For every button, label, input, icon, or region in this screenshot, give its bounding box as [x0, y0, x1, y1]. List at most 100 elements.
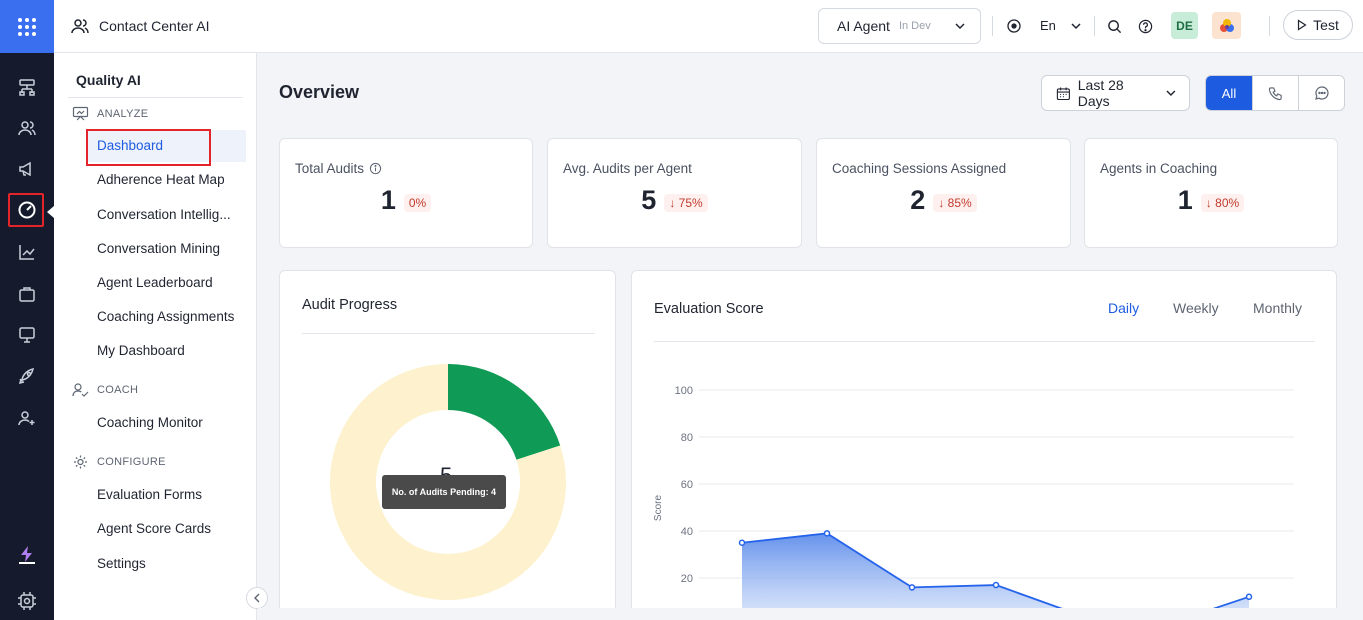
nav-item-agent-leaderboard[interactable]: Agent Leaderboard [97, 275, 213, 290]
nav-item-coaching-assignments[interactable]: Coaching Assignments [97, 309, 234, 324]
kpi-value: 1 [1177, 185, 1193, 215]
channel-voice-button[interactable] [1252, 76, 1298, 110]
chevron-down-icon [1166, 90, 1176, 97]
group-label: ANALYZE [97, 108, 149, 120]
data-point[interactable] [738, 539, 746, 546]
monitor-icon[interactable] [0, 318, 54, 352]
group-analyze: ANALYZE [72, 106, 148, 122]
chevron-down-icon [955, 23, 965, 30]
users-icon[interactable] [0, 111, 54, 145]
nav-item-coaching-monitor[interactable]: Coaching Monitor [97, 415, 203, 430]
app-brand: Contact Center AI [70, 16, 210, 36]
agent-env-badge: In Dev [898, 20, 931, 32]
secondary-nav: Quality AI ANALYZE Dashboard Adherence H… [54, 53, 268, 620]
help-icon[interactable] [1136, 17, 1154, 35]
data-point[interactable] [823, 530, 831, 537]
test-button-label: Test [1313, 17, 1339, 33]
y-tick-label: 60 [681, 479, 693, 491]
analytics-icon[interactable] [0, 235, 54, 269]
nav-item-agent-score-cards[interactable]: Agent Score Cards [97, 521, 211, 536]
workspace-logo-icon[interactable] [1212, 12, 1241, 39]
chat-icon [1314, 86, 1329, 100]
language-selector[interactable]: En [1040, 18, 1056, 33]
group-label: COACH [97, 384, 139, 396]
audit-progress-card: Audit Progress 5 No. of Audits Pending: … [279, 270, 616, 620]
channel-filter: All [1205, 75, 1345, 111]
app-title: Contact Center AI [99, 18, 210, 34]
search-icon[interactable] [1105, 17, 1123, 35]
rocket-icon[interactable] [0, 359, 54, 393]
chart-tooltip: No. of Audits Pending: 4 [382, 475, 506, 509]
date-range-selector[interactable]: Last 28 Days [1041, 75, 1190, 111]
nav-item-settings[interactable]: Settings [97, 556, 146, 571]
audit-progress-donut[interactable] [280, 271, 616, 620]
lightning-icon[interactable] [0, 537, 54, 571]
divider [68, 97, 243, 98]
kpi-label: Total Audits [295, 161, 365, 176]
kpi-total-audits: Total Audits 1 0% [279, 138, 533, 248]
divider [992, 16, 993, 36]
add-user-icon[interactable] [0, 401, 54, 435]
play-icon [1298, 19, 1307, 31]
kpi-avg-audits-per-agent: Avg. Audits per Agent 5 ↓ 75% [547, 138, 802, 248]
info-icon[interactable] [369, 162, 382, 175]
kpi-agents-in-coaching: Agents in Coaching 1 ↓ 80% [1084, 138, 1338, 248]
nav-item-conversation-mining[interactable]: Conversation Mining [97, 241, 220, 256]
coach-icon [72, 383, 89, 397]
status-circle-icon[interactable] [1005, 17, 1023, 35]
group-label: CONFIGURE [97, 456, 166, 468]
user-avatar[interactable]: DE [1171, 12, 1198, 39]
area-fill [742, 533, 1249, 620]
y-tick-label: 40 [681, 526, 693, 538]
left-rail [0, 0, 54, 620]
agent-selector[interactable]: AI Agent In Dev [818, 8, 981, 44]
y-axis-label: Score [653, 495, 664, 522]
kpi-label: Avg. Audits per Agent [563, 161, 692, 176]
agent-name: AI Agent [837, 18, 890, 34]
flow-icon[interactable] [0, 70, 54, 104]
page-title: Overview [279, 82, 360, 102]
channel-chat-button[interactable] [1298, 76, 1344, 110]
y-tick-label: 100 [675, 385, 693, 397]
phone-icon [1268, 86, 1282, 100]
megaphone-icon[interactable] [0, 152, 54, 186]
test-button[interactable]: Test [1283, 10, 1353, 40]
evaluation-score-card: Evaluation Score Daily Weekly Monthly 20… [631, 270, 1337, 620]
kpi-value: 5 [641, 185, 657, 215]
kpi-coaching-sessions-assigned: Coaching Sessions Assigned 2 ↓ 85% [816, 138, 1071, 248]
group-coach: COACH [72, 382, 138, 398]
kpi-value: 2 [910, 185, 926, 215]
y-tick-label: 20 [681, 573, 693, 585]
main-content: Overview Last 28 Days All Total Audits 1… [258, 53, 1363, 620]
data-point[interactable] [992, 581, 1000, 589]
footer-strip [258, 608, 1363, 620]
kpi-change: ↓ 85% [933, 193, 977, 212]
briefcase-icon[interactable] [0, 277, 54, 311]
nav-item-conversation-intelligence[interactable]: Conversation Intellig... [97, 207, 231, 222]
date-range-label: Last 28 Days [1077, 77, 1124, 109]
donut-slice-completed[interactable] [448, 364, 561, 460]
kpi-change: 0% [403, 193, 432, 212]
apps-grid-icon[interactable] [0, 0, 54, 53]
presentation-icon [72, 106, 89, 121]
nav-item-adherence-heat-map[interactable]: Adherence Heat Map [97, 172, 225, 187]
selected-rail-highlight [8, 193, 44, 227]
gear-icon [74, 455, 87, 469]
divider [1269, 16, 1270, 36]
evaluation-score-chart[interactable]: 20 40 60 80 100 Score [632, 271, 1337, 620]
data-point[interactable] [908, 584, 916, 591]
nav-item-evaluation-forms[interactable]: Evaluation Forms [97, 487, 202, 502]
kpi-label: Coaching Sessions Assigned [832, 161, 1007, 176]
chip-settings-icon[interactable] [0, 584, 54, 618]
section-title: Quality AI [76, 72, 141, 88]
nav-item-my-dashboard[interactable]: My Dashboard [97, 343, 185, 358]
chevron-down-icon[interactable] [1067, 17, 1085, 35]
data-point[interactable] [1245, 593, 1253, 601]
kpi-change: ↓ 80% [1200, 193, 1245, 212]
y-tick-label: 80 [681, 432, 693, 444]
rail-pointer [47, 206, 54, 218]
calendar-icon [1056, 87, 1070, 100]
channel-all-button[interactable]: All [1206, 76, 1252, 110]
divider [1094, 16, 1095, 36]
kpi-label: Agents in Coaching [1100, 161, 1218, 176]
